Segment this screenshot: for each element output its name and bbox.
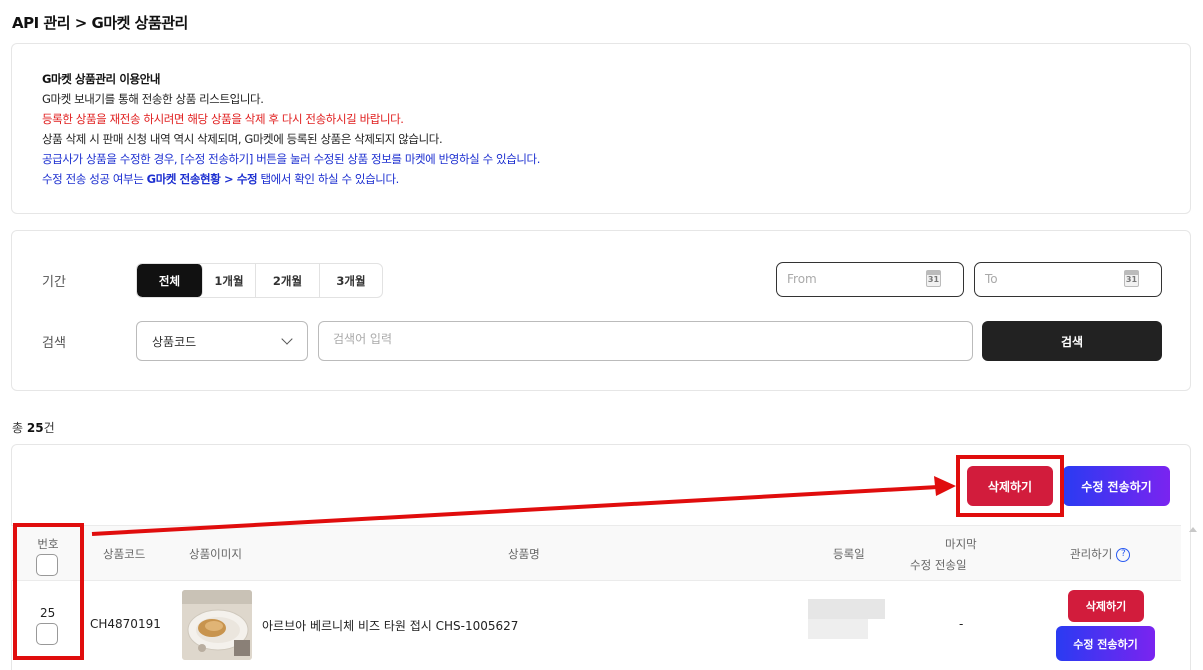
annotation-arrow-icon <box>91 476 956 536</box>
